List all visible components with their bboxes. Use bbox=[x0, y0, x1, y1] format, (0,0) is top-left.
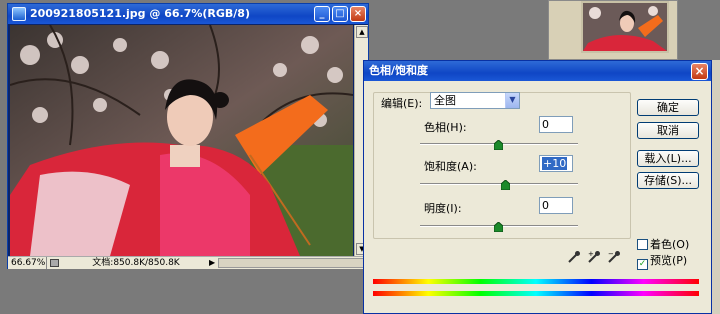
eyedropper-subtract-icon[interactable]: − bbox=[607, 250, 621, 264]
close-button[interactable]: × bbox=[350, 6, 366, 22]
zoom-level-field[interactable]: 66.67% bbox=[11, 257, 47, 269]
edit-range-value: 全图 bbox=[434, 94, 456, 107]
saturation-slider-thumb[interactable] bbox=[501, 180, 510, 190]
colorize-checkbox-row[interactable]: 着色(O) bbox=[637, 239, 689, 251]
document-icon bbox=[12, 7, 26, 21]
background-thumbnail bbox=[581, 1, 669, 53]
photo-canvas[interactable] bbox=[10, 25, 353, 256]
svg-text:−: − bbox=[608, 250, 614, 258]
edit-range-select[interactable]: 全图 ▼ bbox=[430, 92, 520, 109]
hue-slider-thumb[interactable] bbox=[494, 140, 503, 150]
scroll-up-icon[interactable]: ▲ bbox=[356, 26, 368, 38]
colorize-label: 着色(O) bbox=[650, 238, 690, 251]
saturation-slider-track[interactable] bbox=[420, 183, 578, 185]
lightness-input[interactable]: 0 bbox=[539, 197, 573, 214]
status-options-icon[interactable] bbox=[50, 259, 59, 267]
hue-saturation-dialog: 色相/饱和度 × 编辑(E): 全图 ▼ 色相(H): 0 饱和度(A): +1… bbox=[363, 60, 712, 314]
image-document-window: 200921805121.jpg @ 66.7%(RGB/8) _ □ × ▲ … bbox=[7, 3, 369, 269]
lightness-label: 明度(I): bbox=[424, 202, 462, 215]
thumbnail-image bbox=[583, 3, 667, 51]
dialog-close-button[interactable]: × bbox=[691, 63, 708, 80]
load-button[interactable]: 载入(L)... bbox=[637, 150, 699, 167]
edit-label: 编辑(E): bbox=[381, 97, 423, 110]
minimize-button[interactable]: _ bbox=[314, 6, 330, 22]
output-hue-spectrum bbox=[373, 291, 699, 296]
preview-checkbox-row[interactable]: ✓ 预览(P) bbox=[637, 255, 687, 270]
adjustment-group bbox=[373, 92, 631, 239]
save-button[interactable]: 存储(S)... bbox=[637, 172, 699, 189]
saturation-label: 饱和度(A): bbox=[424, 160, 477, 173]
input-hue-spectrum bbox=[373, 279, 699, 284]
preview-label: 预览(P) bbox=[650, 254, 688, 267]
hue-input[interactable]: 0 bbox=[539, 116, 573, 133]
document-size-info: 文档:850.8K/850.8K bbox=[92, 258, 180, 268]
horizontal-scrollbar[interactable] bbox=[218, 258, 368, 268]
dialog-title: 色相/饱和度 bbox=[369, 64, 429, 77]
colorize-checkbox[interactable] bbox=[637, 239, 648, 250]
eyedropper-add-icon[interactable]: + bbox=[587, 250, 601, 264]
hue-label: 色相(H): bbox=[424, 121, 467, 134]
cancel-button[interactable]: 取消 bbox=[637, 122, 699, 139]
maximize-button[interactable]: □ bbox=[332, 6, 348, 22]
status-bar: 66.67% 文档:850.8K/850.8K ▶ bbox=[8, 256, 368, 269]
background-window bbox=[548, 0, 678, 60]
image-window-title: 200921805121.jpg @ 66.7%(RGB/8) bbox=[30, 7, 250, 20]
saturation-value: +10 bbox=[542, 157, 568, 170]
chevron-down-icon[interactable]: ▼ bbox=[505, 93, 519, 108]
saturation-input[interactable]: +10 bbox=[539, 155, 573, 172]
svg-text:+: + bbox=[588, 250, 594, 258]
eyedropper-icon[interactable] bbox=[567, 250, 581, 264]
preview-checkbox[interactable]: ✓ bbox=[637, 259, 648, 270]
status-menu-arrow-icon[interactable]: ▶ bbox=[209, 257, 215, 269]
lightness-slider-thumb[interactable] bbox=[494, 222, 503, 232]
ok-button[interactable]: 确定 bbox=[637, 99, 699, 116]
photo-image bbox=[10, 25, 353, 256]
dialog-titlebar[interactable]: 色相/饱和度 bbox=[364, 61, 711, 81]
